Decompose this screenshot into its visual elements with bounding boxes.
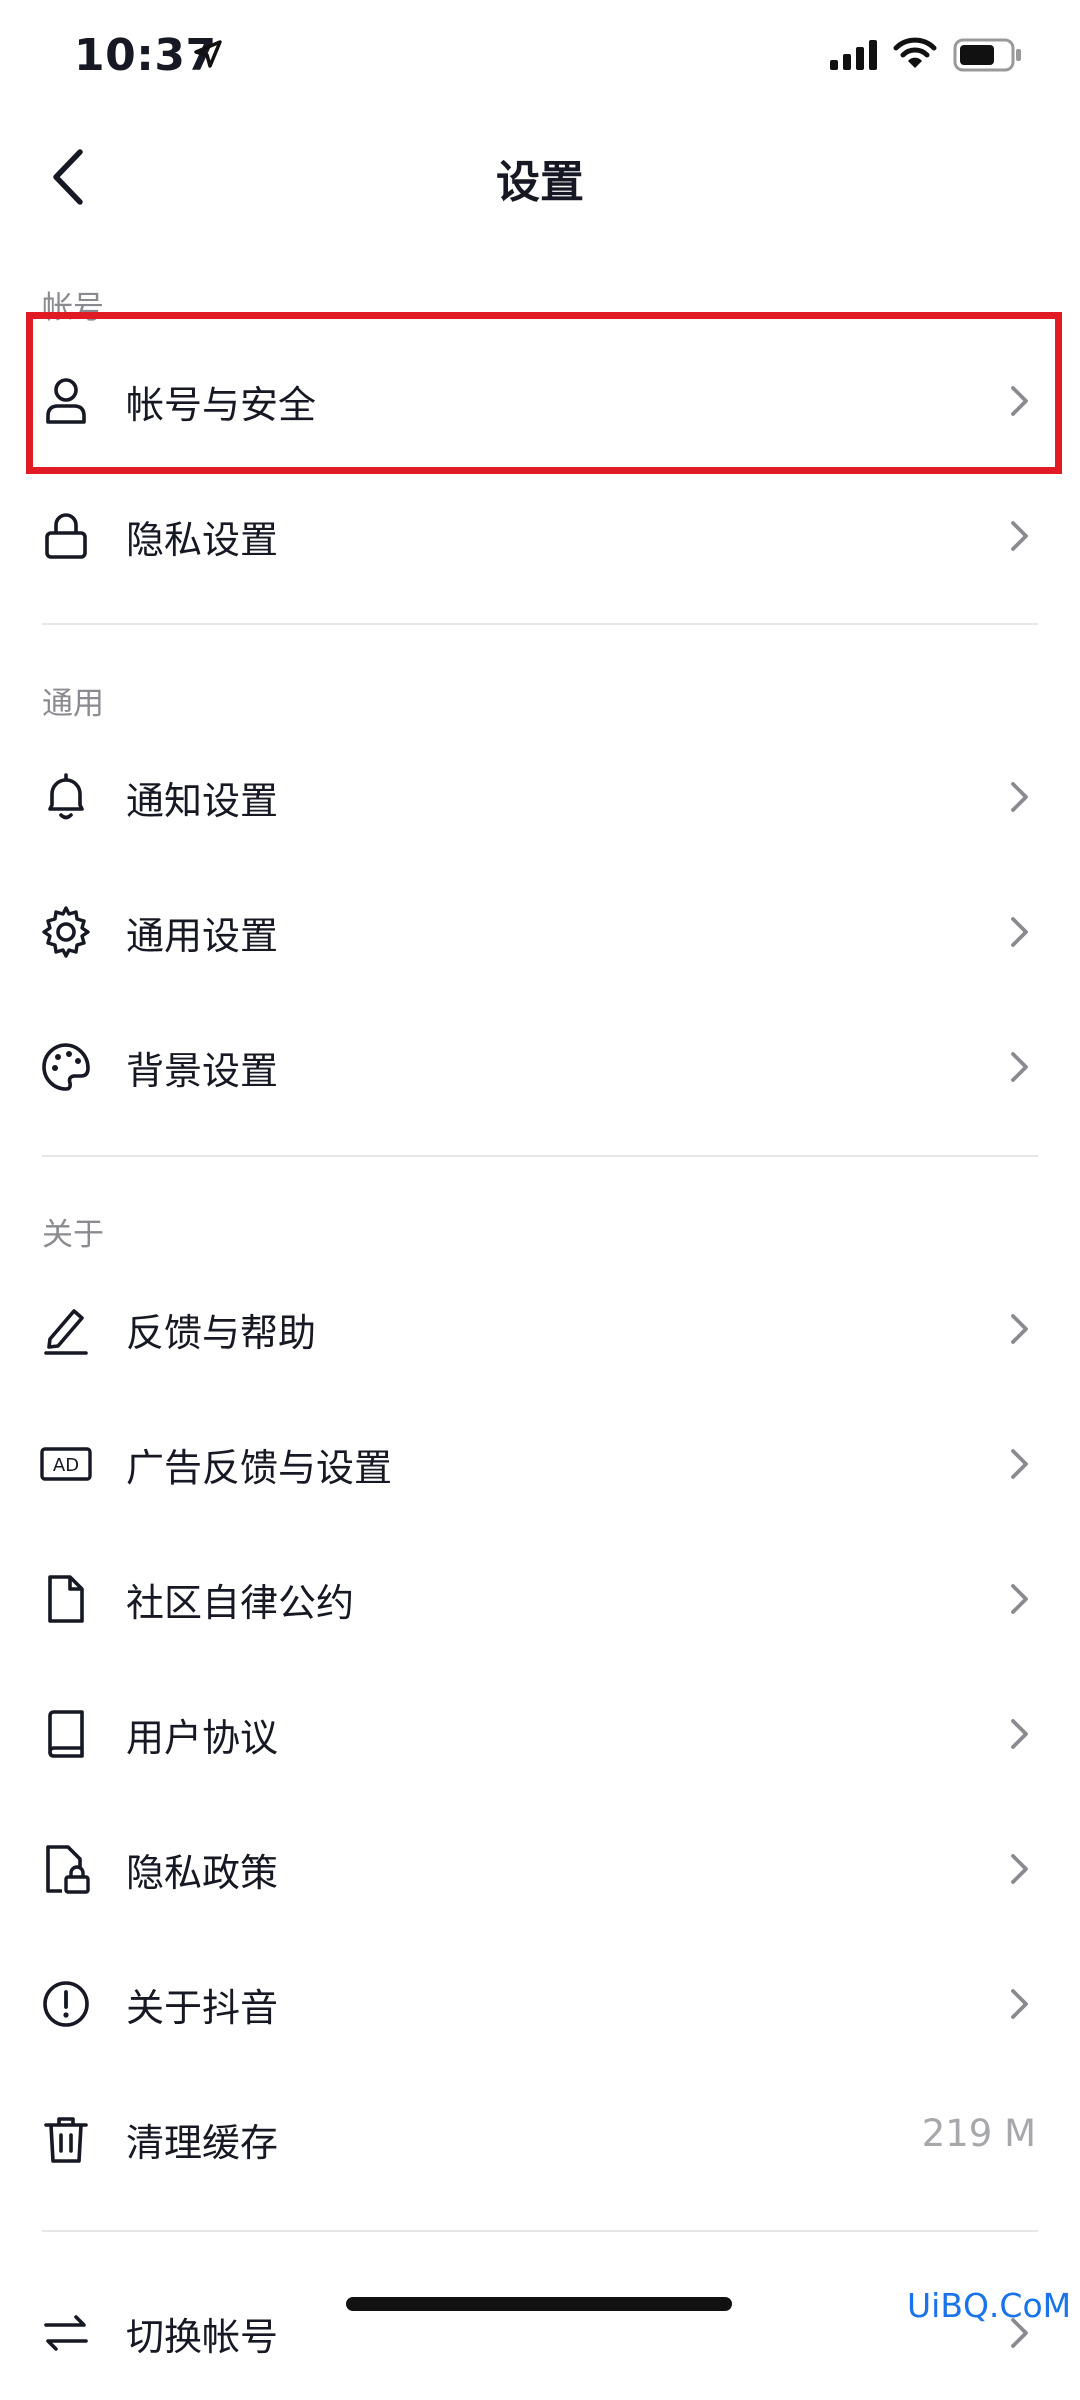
cellular-signal-icon <box>830 40 877 70</box>
palette-icon <box>42 1043 90 1091</box>
navigation-bar: 设置 <box>0 120 1080 230</box>
settings-row-label: 隐私政策 <box>126 1851 279 1895</box>
privacy-document-icon <box>46 1845 90 1894</box>
info-icon <box>43 1981 89 2027</box>
settings-row-label: 背景设置 <box>126 1049 279 1093</box>
wifi-icon <box>893 37 937 68</box>
section-label-about: 关于 <box>42 1217 104 1253</box>
settings-row-notifications[interactable]: 通知设置 <box>0 730 1080 864</box>
settings-row-user-agreement[interactable]: 用户协议 <box>0 1667 1080 1801</box>
switch-icon <box>44 2315 88 2351</box>
highlight-box <box>26 312 1062 474</box>
ad-icon-text: AD <box>53 1455 79 1476</box>
edit-icon <box>44 1309 88 1355</box>
chevron-right-icon <box>1011 1314 1028 1344</box>
book-icon <box>48 1710 84 1758</box>
chevron-right-icon <box>1011 1989 1028 2019</box>
divider <box>42 623 1038 625</box>
chevron-right-icon <box>1011 1719 1028 1749</box>
settings-row-label: 社区自律公约 <box>126 1581 355 1625</box>
chevron-right-icon <box>1011 1449 1028 1479</box>
settings-row-label: 清理缓存 <box>126 2121 279 2165</box>
trash-icon <box>44 2117 88 2163</box>
section-label-general: 通用 <box>42 686 104 722</box>
divider <box>42 1155 1038 1157</box>
chevron-right-icon <box>1011 521 1028 551</box>
settings-row-label: 关于抖音 <box>126 1986 279 2030</box>
settings-row-label: 切换帐号 <box>126 2315 279 2359</box>
document-icon <box>48 1575 84 1623</box>
settings-row-label: 通用设置 <box>126 914 279 958</box>
chevron-right-icon <box>1011 1052 1028 1082</box>
gear-icon <box>42 906 90 958</box>
location-arrow-icon <box>194 40 222 68</box>
chevron-right-icon <box>1011 782 1028 812</box>
settings-row-general[interactable]: 通用设置 <box>0 865 1080 999</box>
divider <box>42 2230 1038 2232</box>
watermark-text: UiBQ.CoM <box>907 2286 1072 2325</box>
home-indicator <box>346 2297 732 2311</box>
settings-row-ad-feedback[interactable]: AD 广告反馈与设置 <box>0 1397 1080 1531</box>
settings-row-background[interactable]: 背景设置 <box>0 1000 1080 1134</box>
settings-row-privacy[interactable]: 隐私设置 <box>0 469 1080 603</box>
settings-row-label: 隐私设置 <box>126 518 279 562</box>
chevron-right-icon <box>1011 1584 1028 1614</box>
page-title: 设置 <box>496 157 584 208</box>
status-bar: 10:37 <box>0 0 1080 120</box>
settings-row-about-douyin[interactable]: 关于抖音 <box>0 1937 1080 2071</box>
cache-size-value: 219 M <box>921 2112 1036 2155</box>
settings-row-clear-cache[interactable]: 清理缓存 219 M <box>0 2072 1080 2206</box>
bell-icon <box>48 773 84 820</box>
lock-icon <box>45 513 87 559</box>
settings-row-label: 反馈与帮助 <box>126 1311 317 1355</box>
chevron-right-icon <box>1011 1854 1028 1884</box>
ad-icon: AD <box>40 1447 92 1481</box>
settings-row-community-guidelines[interactable]: 社区自律公约 <box>0 1532 1080 1666</box>
settings-row-label: 用户协议 <box>126 1716 279 1760</box>
settings-row-privacy-policy[interactable]: 隐私政策 <box>0 1802 1080 1936</box>
settings-row-feedback[interactable]: 反馈与帮助 <box>0 1262 1080 1396</box>
battery-icon <box>953 38 1021 72</box>
chevron-right-icon <box>1011 917 1028 947</box>
settings-row-label: 通知设置 <box>126 779 279 823</box>
settings-row-label: 广告反馈与设置 <box>126 1446 393 1490</box>
